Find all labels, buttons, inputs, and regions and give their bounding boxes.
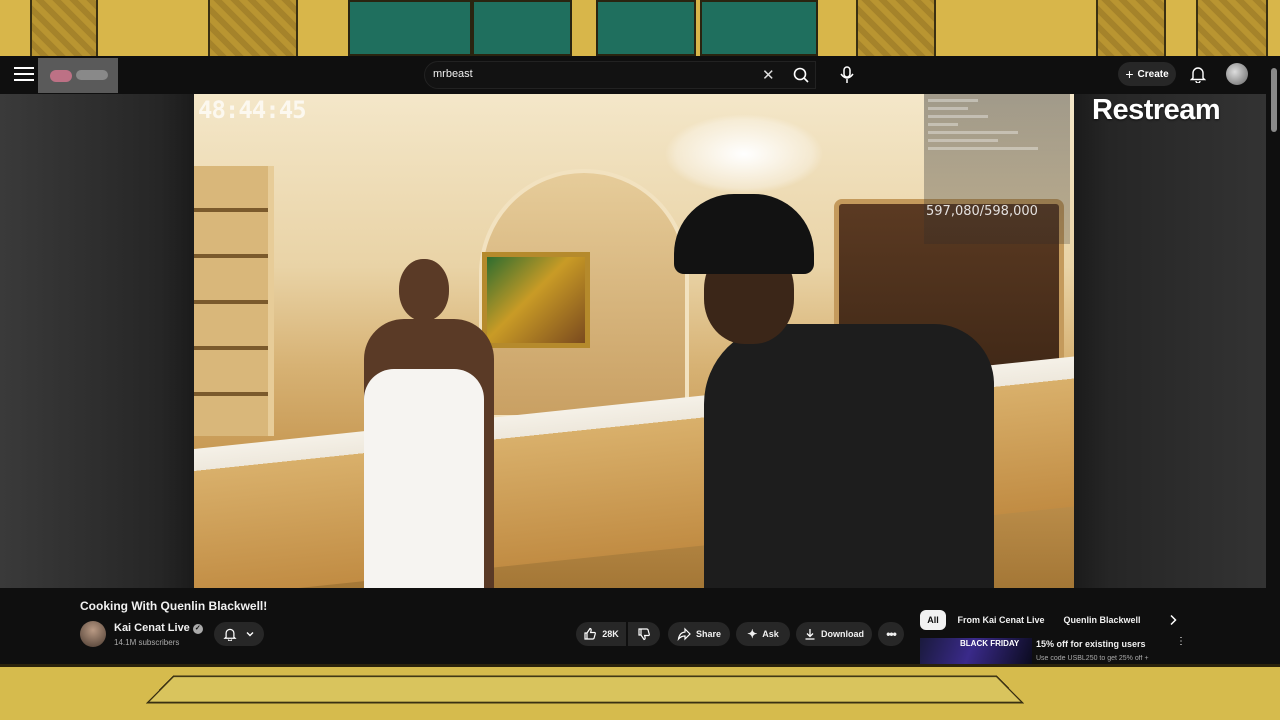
scene-shelf: [194, 166, 274, 436]
verified-icon: ✓: [192, 624, 203, 634]
thumbs-down-icon: [638, 628, 650, 641]
chip-from-channel[interactable]: From Kai Cenat Live: [952, 610, 1050, 630]
scene-person-left: [344, 255, 494, 588]
ad-thumbnail[interactable]: BLACK FRIDAY: [920, 638, 1032, 664]
scrollbar-thumb[interactable]: [1271, 68, 1277, 132]
channel-name-text[interactable]: Kai Cenat Live: [114, 622, 190, 634]
share-button[interactable]: Share: [668, 622, 730, 646]
scene-person-right: [664, 194, 994, 588]
search-box[interactable]: mrbeast ✕: [424, 61, 816, 89]
ask-label: Ask: [762, 629, 779, 639]
search-icon: [793, 67, 809, 83]
dislike-button[interactable]: [628, 622, 660, 646]
chips-next-button[interactable]: [1164, 611, 1182, 629]
backdrop-window: [472, 0, 572, 56]
download-label: Download: [821, 629, 864, 639]
chevron-down-icon: [246, 632, 254, 637]
backdrop-tile: [1196, 0, 1268, 56]
restream-watermark: Restream: [1092, 94, 1221, 126]
chip-quenlin-blackwell[interactable]: Quenlin Blackwell: [1056, 610, 1148, 630]
video-title-text: Cooking With Quenlin Blackwell!: [80, 599, 268, 613]
subscriber-count: 14.1M subscribers: [114, 638, 180, 647]
like-button[interactable]: 28K: [576, 622, 626, 646]
scene-light: [664, 114, 824, 194]
more-vertical-icon: ⋮: [1176, 636, 1186, 647]
ad-thumbnail-text: BLACK FRIDAY: [960, 639, 1020, 648]
chip-all[interactable]: All: [920, 610, 946, 630]
channel-name[interactable]: Kai Cenat Live ✓: [114, 622, 203, 634]
backdrop-window: [596, 0, 696, 56]
create-label: Create: [1137, 68, 1169, 80]
ask-button[interactable]: ✦ Ask: [736, 622, 790, 646]
stream-timer: 48:44:45: [198, 96, 307, 124]
youtube-wordmark: [76, 70, 108, 80]
video-frame[interactable]: 597,080/598,000 48:44:45: [194, 94, 1074, 588]
backdrop-tile: [30, 0, 98, 56]
sparkle-icon: ✦: [747, 627, 758, 641]
account-avatar[interactable]: [1226, 63, 1248, 85]
create-button[interactable]: + Create: [1118, 62, 1176, 86]
backdrop-desk: [145, 675, 1025, 704]
notifications-button[interactable]: [1189, 65, 1207, 84]
youtube-logo[interactable]: [38, 58, 118, 93]
backdrop-window: [348, 0, 472, 56]
youtube-play-icon: [50, 70, 72, 82]
voice-search-button[interactable]: [834, 61, 860, 89]
subscription-bell-button[interactable]: [214, 622, 264, 646]
share-label: Share: [695, 629, 721, 639]
bell-icon: [1189, 67, 1207, 84]
download-icon: [805, 629, 815, 640]
more-actions-button[interactable]: •••: [878, 622, 904, 646]
share-icon: [677, 627, 691, 641]
youtube-window: mrbeast ✕ + Create 597,080/598,000 48:44…: [0, 56, 1280, 664]
ad-menu-button[interactable]: ⋮: [1176, 636, 1186, 654]
top-bar: mrbeast ✕ + Create: [0, 56, 1280, 94]
stream-goal-counter: 597,080/598,000: [926, 204, 1038, 219]
backdrop-tile: [208, 0, 298, 56]
thumbs-up-icon: [584, 627, 597, 640]
search-button[interactable]: [784, 61, 820, 89]
bell-icon: [223, 628, 237, 641]
ad-title[interactable]: 15% off for existing users: [1036, 639, 1146, 649]
page-scrollbar[interactable]: [1268, 56, 1280, 664]
menu-icon[interactable]: [14, 67, 34, 83]
backdrop-tile: [1096, 0, 1166, 56]
plus-icon: +: [1125, 66, 1134, 82]
chevron-right-icon: [1170, 614, 1177, 626]
download-button[interactable]: Download: [796, 622, 872, 646]
microphone-icon: [840, 66, 854, 83]
stream-chat-overlay: [924, 94, 1070, 244]
backdrop-tile: [856, 0, 936, 56]
channel-avatar[interactable]: [80, 621, 106, 647]
ad-subtitle: Use code USBL250 to get 25% off +: [1036, 655, 1149, 662]
video-player: 597,080/598,000 48:44:45: [0, 94, 1266, 588]
search-input[interactable]: mrbeast: [433, 68, 473, 80]
backdrop-window: [700, 0, 818, 56]
clear-search-icon[interactable]: ✕: [762, 66, 775, 84]
more-horizontal-icon: •••: [886, 627, 897, 641]
like-count: 28K: [602, 629, 619, 639]
scene-painting: [482, 252, 590, 348]
